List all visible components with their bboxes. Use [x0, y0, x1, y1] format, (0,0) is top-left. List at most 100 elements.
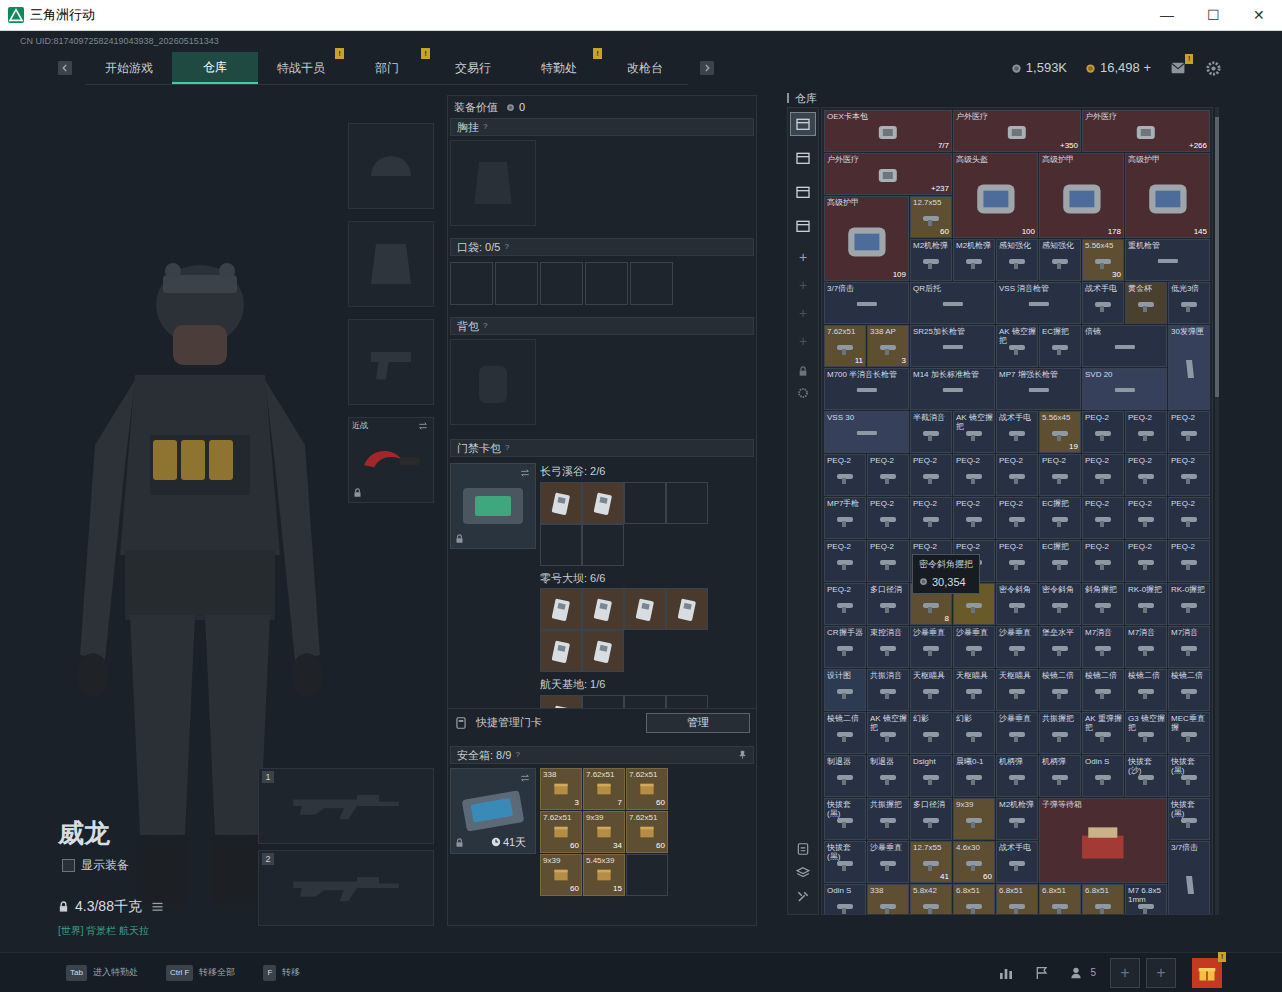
- warehouse-item[interactable]: 快拔套(黑): [824, 798, 866, 840]
- manage-button[interactable]: 管理: [646, 713, 750, 733]
- pocket-slot[interactable]: [495, 262, 538, 305]
- nav-tab[interactable]: 改枪台: [602, 52, 688, 84]
- friends-button[interactable]: 5: [1070, 965, 1096, 981]
- warehouse-item[interactable]: PEQ-2: [1168, 497, 1210, 539]
- warehouse-item[interactable]: 棱镜二倍: [1039, 669, 1081, 711]
- warehouse-item[interactable]: PEQ-2: [996, 454, 1038, 496]
- warehouse-item[interactable]: 快拔套(黑): [1168, 798, 1210, 840]
- keycard-slot[interactable]: [624, 695, 666, 709]
- warehouse-item[interactable]: 感知强化: [996, 239, 1038, 281]
- keycard-slot[interactable]: [582, 524, 624, 566]
- warehouse-item[interactable]: PEQ-2: [867, 454, 909, 496]
- warehouse-item[interactable]: AK 镜空握把: [953, 411, 995, 453]
- help-mark[interactable]: ?: [515, 749, 519, 761]
- warehouse-item[interactable]: RK-0握把: [1125, 583, 1167, 625]
- nav-tab[interactable]: 特勤处!: [516, 52, 602, 84]
- keycard-slot[interactable]: [540, 482, 582, 524]
- warehouse-item[interactable]: 幻影: [910, 712, 952, 754]
- warehouse-item[interactable]: 户外医疗+350: [953, 110, 1081, 152]
- keycard-slot[interactable]: [582, 482, 624, 524]
- warehouse-item[interactable]: 338 AP3: [867, 325, 909, 367]
- help-mark[interactable]: ?: [483, 320, 487, 332]
- warehouse-item[interactable]: 3/7倍击: [1168, 841, 1210, 915]
- pocket-slot[interactable]: [630, 262, 673, 305]
- warehouse-item[interactable]: M7消音: [1082, 626, 1124, 668]
- help-mark[interactable]: ?: [504, 241, 508, 253]
- warehouse-item[interactable]: PEQ-2: [1125, 540, 1167, 582]
- warehouse-item[interactable]: MEC垂直握: [1168, 712, 1210, 754]
- warehouse-item[interactable]: 战术手电: [996, 841, 1038, 883]
- warehouse-item[interactable]: M7消音: [1125, 626, 1167, 668]
- warehouse-item[interactable]: PEQ-2: [824, 540, 866, 582]
- key-hint[interactable]: F转移: [263, 965, 300, 981]
- add-storage-button[interactable]: +: [799, 248, 807, 266]
- nav-tab[interactable]: 特战干员!: [258, 52, 344, 84]
- safe-item[interactable]: 9x3934: [583, 811, 625, 853]
- warehouse-item[interactable]: 3/7倍击: [824, 282, 909, 324]
- warehouse-tab[interactable]: [790, 180, 816, 204]
- window-control[interactable]: —: [1144, 0, 1190, 31]
- warehouse-item[interactable]: 沙暴垂直: [996, 712, 1038, 754]
- warehouse-item[interactable]: 感知强化: [1039, 239, 1081, 281]
- keycard-slot[interactable]: [582, 588, 624, 630]
- add-storage-button[interactable]: +: [799, 332, 807, 350]
- warehouse-item[interactable]: 棱镜二倍: [1082, 669, 1124, 711]
- warehouse-item[interactable]: PEQ-2: [1168, 454, 1210, 496]
- show-equipment[interactable]: 显示装备: [58, 856, 255, 874]
- warehouse-item[interactable]: PEQ-2: [867, 540, 909, 582]
- warehouse-item[interactable]: 338: [867, 884, 909, 915]
- warehouse-item[interactable]: PEQ-2: [1125, 497, 1167, 539]
- warehouse-item[interactable]: 战术手电: [1082, 282, 1124, 324]
- pocket-slot[interactable]: [450, 262, 493, 305]
- warehouse-item[interactable]: M2机枪弹: [910, 239, 952, 281]
- warehouse-item[interactable]: 6.8x51: [996, 884, 1038, 915]
- warehouse-item[interactable]: 快拔套(黑): [1168, 755, 1210, 797]
- keycard-slot[interactable]: [540, 588, 582, 630]
- warehouse-item[interactable]: EC握把: [1039, 325, 1081, 367]
- warehouse-item[interactable]: 沙暴垂直: [996, 626, 1038, 668]
- keycard-slot[interactable]: [666, 482, 708, 524]
- invite-slot[interactable]: +: [1110, 958, 1140, 988]
- warehouse-item[interactable]: RK-0握把: [1168, 583, 1210, 625]
- warehouse-item[interactable]: M7 6.8x51mm: [1125, 884, 1167, 915]
- warehouse-item[interactable]: 5.56x4519: [1039, 411, 1081, 453]
- warehouse-item[interactable]: 棱镜二倍: [1168, 669, 1210, 711]
- warehouse-item[interactable]: 沙暴垂直: [867, 841, 909, 883]
- mail-button[interactable]: !: [1169, 61, 1187, 75]
- warehouse-item[interactable]: 9x39: [953, 798, 995, 840]
- warehouse-item[interactable]: OEX卡本包7/7: [824, 110, 952, 152]
- warehouse-item[interactable]: 天枢瞄具: [996, 669, 1038, 711]
- keycard-slot[interactable]: [540, 524, 582, 566]
- warehouse-item[interactable]: EC握把: [1039, 540, 1081, 582]
- warehouse-item[interactable]: M14 加长标准枪管: [910, 368, 995, 410]
- safe-item[interactable]: 7.62x5160: [540, 811, 582, 853]
- nav-tab[interactable]: 仓库: [172, 52, 258, 84]
- keycard-slot[interactable]: [582, 695, 624, 709]
- warehouse-item[interactable]: 天枢瞄具: [953, 669, 995, 711]
- warehouse-item[interactable]: 30发弹匣: [1168, 325, 1210, 410]
- warehouse-item[interactable]: 战术手电: [996, 411, 1038, 453]
- warehouse-item[interactable]: 共振消音: [867, 669, 909, 711]
- warehouse-item[interactable]: 设计图: [824, 669, 866, 711]
- backpack-slot[interactable]: [450, 339, 536, 425]
- warehouse-item[interactable]: 高级护甲145: [1125, 153, 1210, 238]
- event-button[interactable]: !: [1192, 958, 1222, 988]
- nav-tab[interactable]: 开始游戏: [86, 52, 172, 84]
- warehouse-item[interactable]: 5.8x42: [910, 884, 952, 915]
- help-mark[interactable]: ?: [505, 442, 509, 454]
- warehouse-item[interactable]: PEQ-2: [1125, 454, 1167, 496]
- warehouse-item[interactable]: 6.8x51: [953, 884, 995, 915]
- safe-item[interactable]: 7.62x5160: [626, 811, 668, 853]
- warehouse-item[interactable]: 半截消音: [910, 411, 952, 453]
- warehouse-item[interactable]: PEQ-2: [1039, 454, 1081, 496]
- warehouse-item[interactable]: PEQ-2: [1082, 540, 1124, 582]
- warehouse-item[interactable]: 倍镜: [1082, 325, 1167, 367]
- safe-empty-slot[interactable]: [626, 854, 668, 896]
- safe-box[interactable]: 41天: [450, 768, 536, 854]
- warehouse-item[interactable]: 天枢瞄具: [910, 669, 952, 711]
- warehouse-item[interactable]: 机柄弹: [996, 755, 1038, 797]
- safe-item[interactable]: 3383: [540, 768, 582, 810]
- warehouse-tab[interactable]: [790, 146, 816, 170]
- warehouse-item[interactable]: 高级护甲178: [1039, 153, 1124, 238]
- warehouse-item[interactable]: PEQ-2: [953, 454, 995, 496]
